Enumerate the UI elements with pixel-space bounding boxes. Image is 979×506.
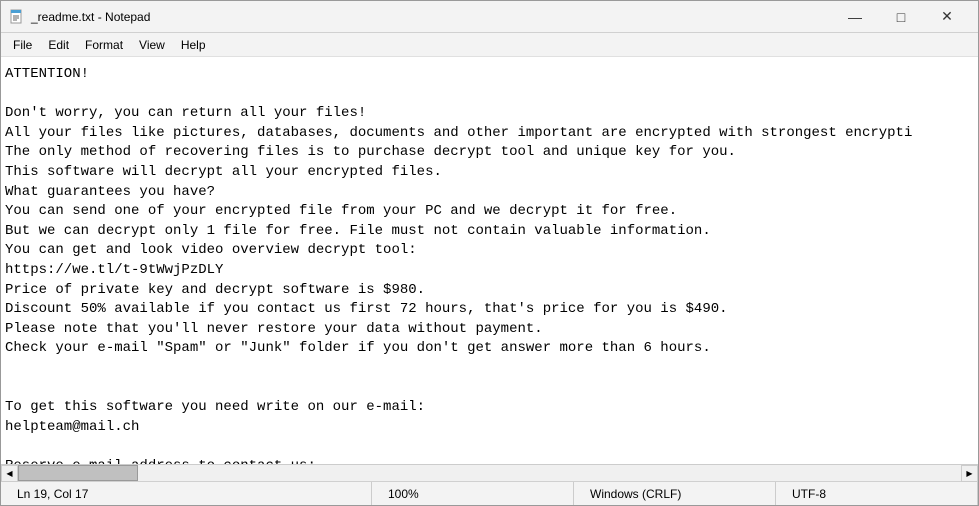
horizontal-scrollbar[interactable]: ◀ ▶	[1, 464, 978, 481]
minimize-button[interactable]: —	[832, 1, 878, 33]
scroll-h-thumb[interactable]	[18, 465, 138, 481]
window-controls: — □ ✕	[832, 1, 970, 33]
scroll-h-track[interactable]	[18, 465, 961, 481]
editor-area	[1, 57, 978, 464]
cursor-position: Ln 19, Col 17	[1, 482, 372, 505]
menu-help[interactable]: Help	[173, 36, 214, 54]
close-button[interactable]: ✕	[924, 1, 970, 33]
menu-bar: File Edit Format View Help	[1, 33, 978, 57]
line-ending: Windows (CRLF)	[574, 482, 776, 505]
scroll-right-arrow[interactable]: ▶	[961, 465, 978, 482]
title-bar: _readme.txt - Notepad — □ ✕	[1, 1, 978, 33]
menu-edit[interactable]: Edit	[40, 36, 77, 54]
zoom-level: 100%	[372, 482, 574, 505]
encoding: UTF-8	[776, 482, 978, 505]
menu-view[interactable]: View	[131, 36, 173, 54]
scroll-left-arrow[interactable]: ◀	[1, 465, 18, 482]
status-bar: Ln 19, Col 17 100% Windows (CRLF) UTF-8	[1, 481, 978, 505]
menu-file[interactable]: File	[5, 36, 40, 54]
text-editor[interactable]	[1, 57, 978, 464]
app-icon	[9, 9, 25, 25]
window-title: _readme.txt - Notepad	[31, 10, 832, 24]
maximize-button[interactable]: □	[878, 1, 924, 33]
notepad-window: _readme.txt - Notepad — □ ✕ File Edit Fo…	[0, 0, 979, 506]
menu-format[interactable]: Format	[77, 36, 131, 54]
